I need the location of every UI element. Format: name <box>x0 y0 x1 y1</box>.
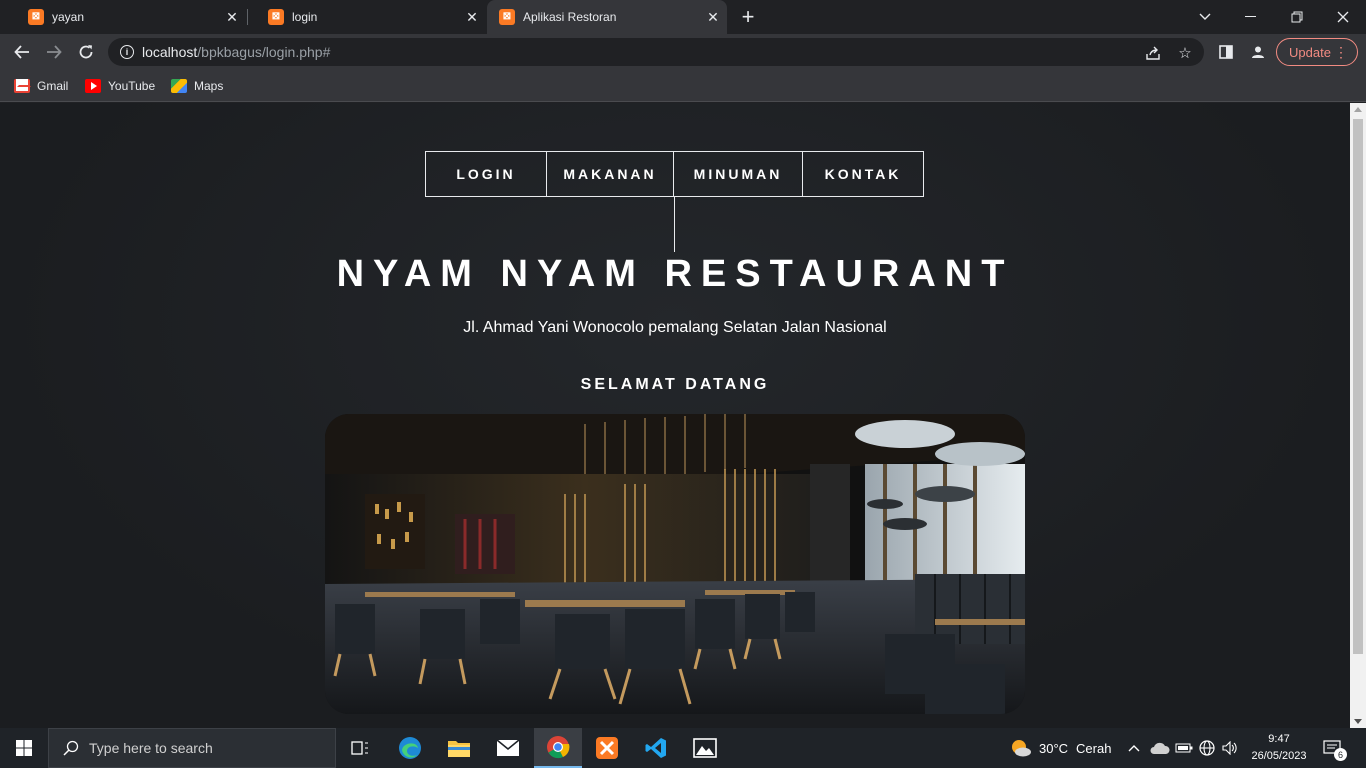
xampp-taskbar-icon[interactable] <box>583 728 631 768</box>
weather-temp: 30°C <box>1039 740 1069 756</box>
scroll-down-arrow-icon[interactable] <box>1354 719 1362 724</box>
taskbar-search-input[interactable]: Type here to search <box>48 728 336 768</box>
restore-icon[interactable] <box>1274 0 1320 34</box>
menu-minuman[interactable]: MINUMAN <box>674 152 803 196</box>
chevron-up-icon[interactable] <box>1127 728 1141 768</box>
weather-text: Cerah <box>1076 740 1112 756</box>
menu-login[interactable]: LOGIN <box>426 152 547 196</box>
welcome-heading: SELAMAT DATANG <box>580 376 770 393</box>
menu-makanan[interactable]: MAKANAN <box>547 152 674 196</box>
xampp-icon: ⊠ <box>268 9 284 25</box>
scrollbar-thumb[interactable] <box>1353 119 1363 654</box>
bookmarks-bar: Gmail YouTube Maps <box>0 70 1366 102</box>
tab-login[interactable]: ⊠ login ✕ <box>248 0 486 34</box>
bookmark-maps[interactable]: Maps <box>171 76 223 96</box>
task-view-icon[interactable] <box>336 728 384 768</box>
update-button[interactable]: Update ⋮ <box>1276 38 1358 66</box>
restaurant-address: Jl. Ahmad Yani Wonocolo pemalang Selatan… <box>463 319 887 336</box>
xampp-icon: ⊠ <box>499 9 515 25</box>
globe-network-icon[interactable] <box>1199 728 1215 768</box>
reload-icon[interactable] <box>72 38 100 66</box>
vscode-icon[interactable] <box>632 728 680 768</box>
search-placeholder: Type here to search <box>89 740 213 756</box>
windows-taskbar: Type here to search 30°C Cerah 9:47 26/0… <box>0 728 1366 768</box>
tab-aplikasi-restoran[interactable]: ⊠ Aplikasi Restoran ✕ <box>487 0 727 34</box>
divider-line <box>674 197 675 252</box>
browser-toolbar: i localhost/bpkbagus/login.php# ☆ Update… <box>0 34 1366 70</box>
gmail-icon <box>14 79 31 93</box>
side-panel-icon[interactable] <box>1212 38 1240 66</box>
tab-title: login <box>292 10 318 24</box>
bookmark-label: YouTube <box>108 79 156 93</box>
url-host: localhost <box>142 44 198 60</box>
xampp-icon: ⊠ <box>28 9 44 25</box>
bookmark-star-icon[interactable]: ☆ <box>1176 44 1194 62</box>
mail-icon[interactable] <box>484 728 532 768</box>
tab-yayan[interactable]: ⊠ yayan ✕ <box>8 0 246 34</box>
photos-icon[interactable] <box>681 728 729 768</box>
windows-start-icon[interactable] <box>0 728 48 768</box>
clock-date: 26/05/2023 <box>1251 750 1307 762</box>
more-menu-icon[interactable]: ⋮ <box>1334 44 1348 60</box>
page-viewport: LOGIN MAKANAN MINUMAN KONTAK NYAM NYAM R… <box>0 103 1350 728</box>
bookmark-label: Gmail <box>37 79 69 93</box>
tab-title: Aplikasi Restoran <box>523 10 617 24</box>
close-icon[interactable]: ✕ <box>464 9 480 25</box>
chevron-down-icon[interactable] <box>1182 0 1228 34</box>
maps-icon <box>171 79 187 93</box>
forward-arrow-icon[interactable] <box>40 38 68 66</box>
profile-icon[interactable] <box>1244 38 1272 66</box>
update-label: Update <box>1289 44 1331 60</box>
tab-strip: ⊠ yayan ✕ ⊠ login ✕ ⊠ Aplikasi Restoran … <box>0 0 1366 34</box>
url-path: /bpkbagus/login.php# <box>197 44 331 60</box>
close-window-icon[interactable] <box>1320 0 1366 34</box>
back-arrow-icon[interactable] <box>8 38 36 66</box>
chrome-icon[interactable] <box>534 728 582 768</box>
edge-icon[interactable] <box>386 728 434 768</box>
scroll-up-arrow-icon[interactable] <box>1354 107 1362 112</box>
system-clock[interactable]: 9:47 26/05/2023 <box>1244 731 1314 765</box>
site-title: NYAM NYAM RESTAURANT <box>336 253 1014 295</box>
restaurant-interior-photo <box>325 414 1025 714</box>
tab-title: yayan <box>52 10 85 24</box>
notification-center-icon[interactable]: 6 <box>1322 728 1347 768</box>
plus-icon[interactable]: + <box>736 4 760 29</box>
file-explorer-icon[interactable] <box>435 728 483 768</box>
main-menu: LOGIN MAKANAN MINUMAN KONTAK <box>425 151 924 197</box>
onedrive-cloud-icon[interactable] <box>1150 728 1170 768</box>
info-icon[interactable]: i <box>120 45 134 59</box>
weather-widget[interactable]: 30°C Cerah <box>1008 728 1111 768</box>
minimize-icon[interactable] <box>1228 0 1274 34</box>
menu-kontak[interactable]: KONTAK <box>803 152 923 196</box>
share-icon[interactable] <box>1144 44 1162 62</box>
close-icon[interactable]: ✕ <box>705 9 721 25</box>
search-icon <box>63 740 79 756</box>
volume-icon[interactable] <box>1222 728 1238 768</box>
bookmark-label: Maps <box>194 79 224 93</box>
clock-time: 9:47 <box>1268 733 1290 745</box>
battery-icon[interactable] <box>1175 728 1193 768</box>
address-bar[interactable]: i localhost/bpkbagus/login.php# ☆ <box>108 38 1204 66</box>
bookmark-gmail[interactable]: Gmail <box>14 76 68 96</box>
close-icon[interactable]: ✕ <box>224 9 240 25</box>
weather-sun-icon <box>1012 740 1031 757</box>
youtube-icon <box>85 79 101 93</box>
page-scrollbar[interactable] <box>1350 103 1366 728</box>
notification-badge: 6 <box>1334 748 1347 761</box>
bookmark-youtube[interactable]: YouTube <box>85 76 155 96</box>
